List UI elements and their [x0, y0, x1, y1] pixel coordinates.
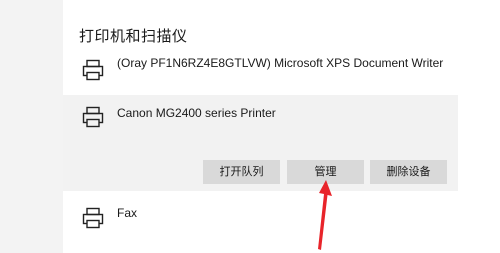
- printers-and-scanners-panel: 打印机和扫描仪 (Oray PF1N6RZ4E8GTLVW) Microsoft…: [63, 0, 500, 253]
- section-title: 打印机和扫描仪: [79, 27, 188, 45]
- left-nav-strip: [0, 0, 63, 253]
- printer-icon: [82, 207, 104, 229]
- faded-next-section: [79, 245, 379, 248]
- printer-name: (Oray PF1N6RZ4E8GTLVW) Microsoft XPS Doc…: [117, 56, 444, 70]
- printer-item-fax[interactable]: Fax: [63, 199, 458, 239]
- printer-item-xps[interactable]: (Oray PF1N6RZ4E8GTLVW) Microsoft XPS Doc…: [63, 50, 458, 90]
- remove-device-button[interactable]: 删除设备: [370, 160, 447, 184]
- printer-name: Canon MG2400 series Printer: [117, 106, 276, 120]
- annotation-arrow-icon: [318, 180, 332, 250]
- printer-item-canon[interactable]: Canon MG2400 series Printer 打开队列 管理 删除设备: [63, 95, 458, 191]
- open-queue-button[interactable]: 打开队列: [203, 160, 280, 184]
- printer-icon: [82, 106, 104, 128]
- printer-icon: [82, 59, 104, 81]
- printer-name: Fax: [117, 206, 138, 220]
